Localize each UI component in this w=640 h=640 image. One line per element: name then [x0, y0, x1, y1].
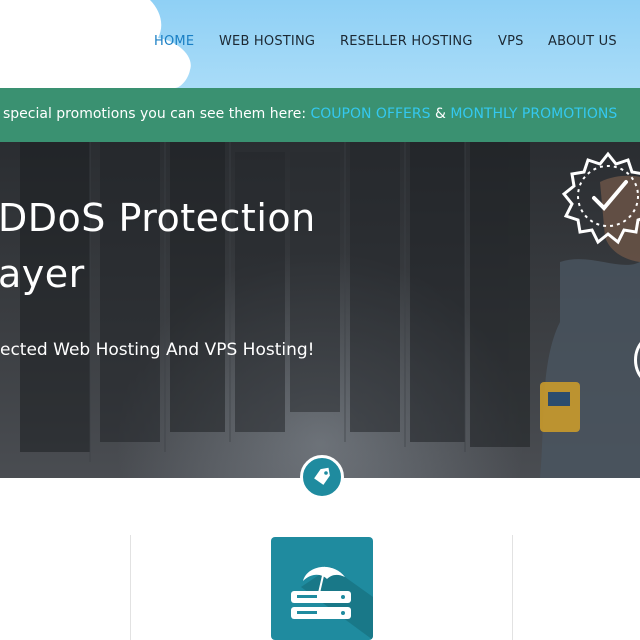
- server-racks-image: [20, 142, 640, 478]
- feature-divider-right: [512, 535, 513, 640]
- promo-bar: special promotions you can see them here…: [0, 88, 640, 142]
- verified-check-badge-icon: [561, 151, 640, 245]
- hero-subtitle: ected Web Hosting And VPS Hosting!: [0, 340, 315, 360]
- hero-title-line1: DDoS Protection: [0, 196, 316, 240]
- site-header: HOME WEB HOSTING RESELLER HOSTING VPS AB…: [0, 0, 640, 88]
- coupon-offers-link[interactable]: COUPON OFFERS: [311, 106, 431, 122]
- promo-text: special promotions you can see them here…: [3, 106, 617, 122]
- nav-item-web-hosting[interactable]: WEB HOSTING: [219, 34, 315, 49]
- price-tag-icon[interactable]: [300, 455, 344, 499]
- nav-item-reseller-hosting[interactable]: RESELLER HOSTING: [340, 34, 473, 49]
- feature-divider-left: [130, 535, 131, 640]
- promo-message: special promotions you can see them here…: [3, 106, 311, 122]
- umbrella-server-icon: [271, 537, 373, 640]
- promo-separator: &: [430, 106, 451, 122]
- hero-banner: DDoS Protection ayer ected Web Hosting A…: [0, 142, 640, 478]
- nav-item-vps[interactable]: VPS: [498, 34, 524, 49]
- monthly-promotions-link[interactable]: MONTHLY PROMOTIONS: [450, 106, 617, 122]
- nav-item-about-us[interactable]: ABOUT US: [548, 34, 617, 49]
- main-nav: HOME WEB HOSTING RESELLER HOSTING VPS AB…: [0, 34, 640, 54]
- hero-title-line2: ayer: [0, 252, 85, 296]
- nav-item-home[interactable]: HOME: [154, 34, 194, 49]
